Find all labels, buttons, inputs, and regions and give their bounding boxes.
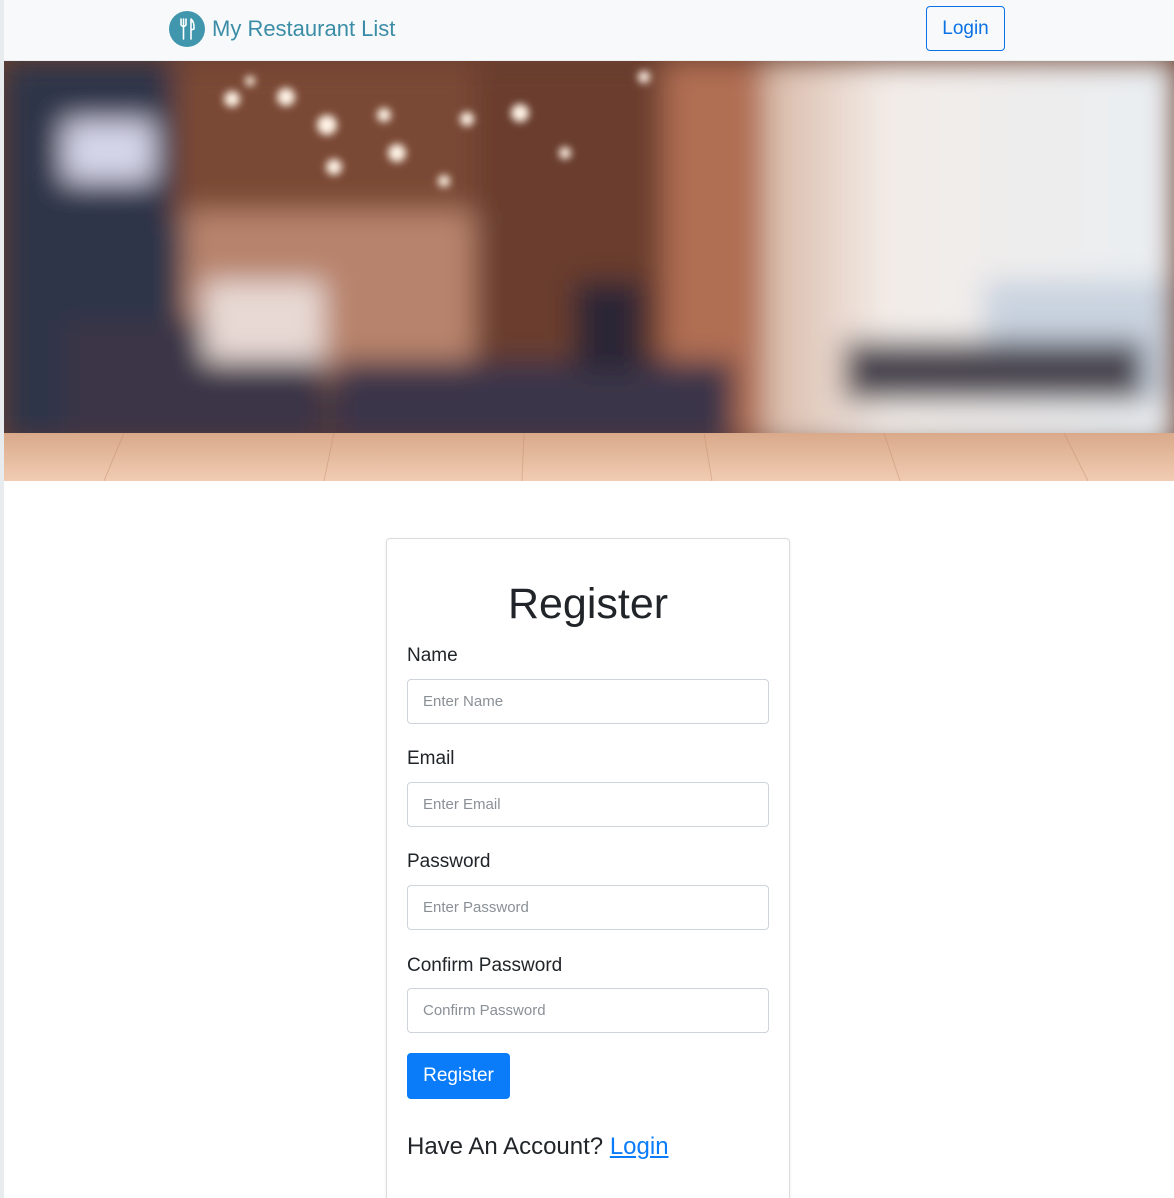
navbar: My Restaurant List Login <box>4 0 1174 61</box>
fork-knife-icon <box>169 11 205 47</box>
password-label: Password <box>407 851 491 872</box>
confirm-password-label: Confirm Password <box>407 955 563 976</box>
hero-banner-image <box>4 61 1174 481</box>
name-label: Name <box>407 645 458 666</box>
login-button[interactable]: Login <box>926 6 1005 51</box>
brand-link[interactable]: My Restaurant List <box>169 10 395 48</box>
register-title: Register <box>507 580 669 628</box>
password-input[interactable] <box>407 885 769 930</box>
confirm-password-input[interactable] <box>407 988 769 1033</box>
register-card: Register Name Email Password Confirm Pas… <box>386 538 790 1198</box>
account-prompt-line: Have An Account? Login <box>407 1133 669 1161</box>
name-input[interactable] <box>407 679 769 724</box>
brand-title: My Restaurant List <box>212 16 396 41</box>
email-input[interactable] <box>407 782 769 827</box>
register-button[interactable]: Register <box>407 1053 510 1099</box>
account-prompt-text: Have An Account? <box>407 1133 604 1160</box>
email-label: Email <box>407 748 455 769</box>
login-link[interactable]: Login <box>610 1133 669 1160</box>
page: My Restaurant List Login Register Name E… <box>0 0 1174 1198</box>
